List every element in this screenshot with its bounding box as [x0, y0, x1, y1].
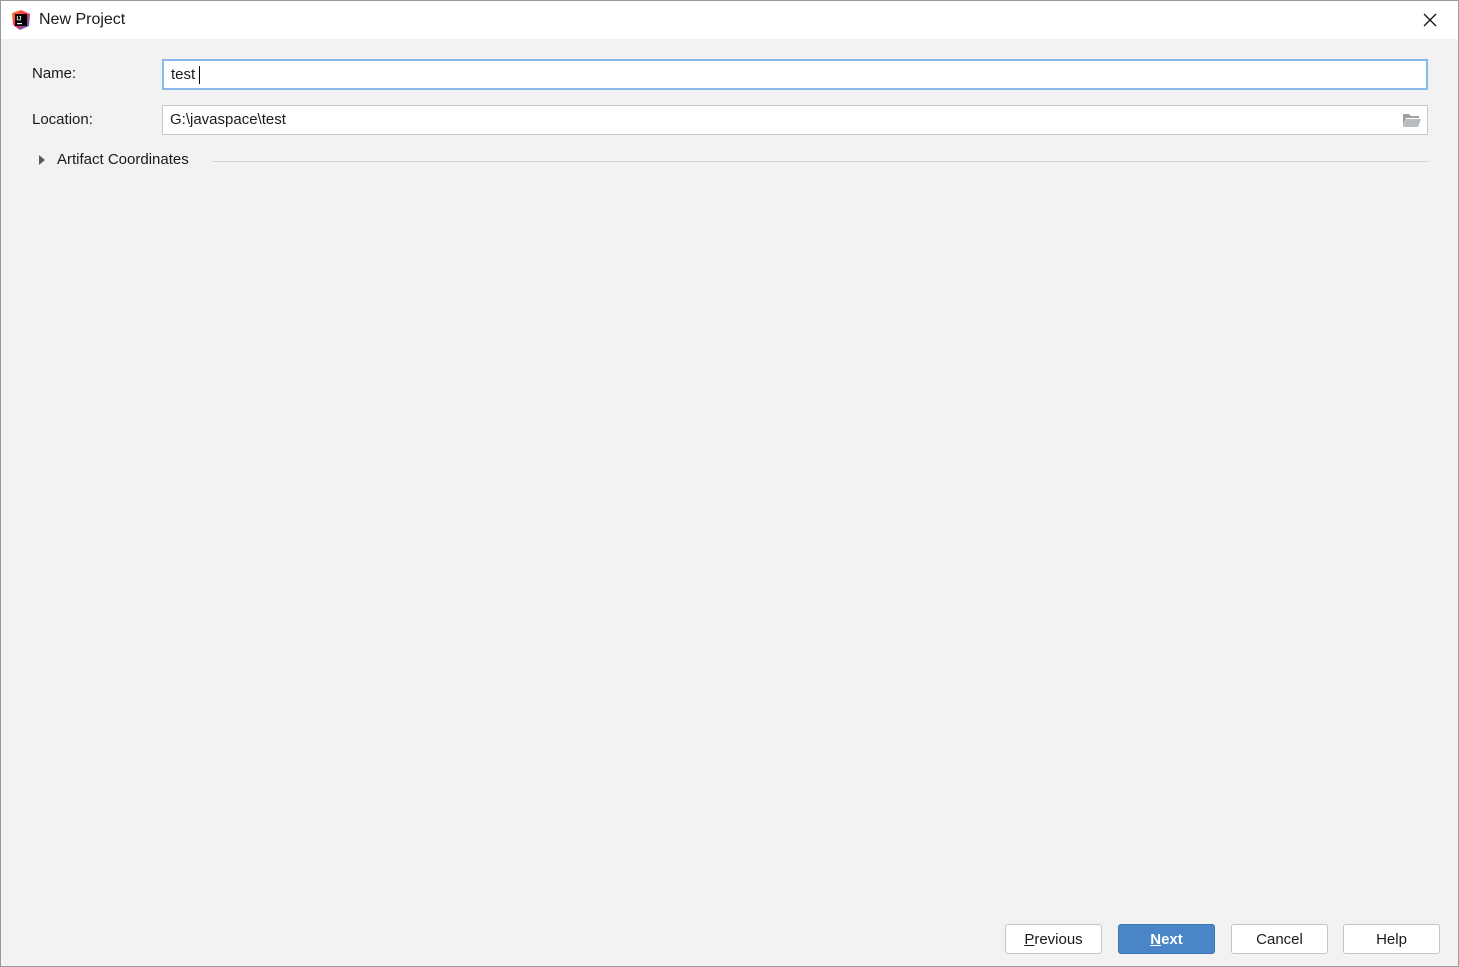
name-input[interactable]: test	[162, 59, 1428, 90]
previous-button[interactable]: Previous	[1005, 924, 1102, 954]
browse-button[interactable]	[1399, 108, 1425, 132]
section-divider	[212, 161, 1429, 162]
previous-mnemonic: P	[1024, 930, 1035, 948]
next-button[interactable]: Next	[1118, 924, 1215, 954]
cancel-label: Cancel	[1256, 930, 1303, 948]
title-bar: IJ New Project	[1, 1, 1458, 39]
dialog-title: New Project	[39, 11, 126, 28]
folder-open-icon	[1403, 114, 1421, 127]
triangle-right-icon[interactable]	[37, 154, 47, 166]
name-input-value: test	[171, 66, 196, 83]
next-label: ext	[1161, 930, 1183, 948]
close-icon	[1423, 13, 1437, 27]
help-label: Help	[1376, 930, 1407, 948]
location-input-value: G:\javaspace\test	[170, 111, 286, 128]
artifact-coordinates-section: Artifact Coordinates	[35, 149, 1429, 173]
artifact-coordinates-toggle[interactable]: Artifact Coordinates	[57, 151, 189, 168]
cancel-button[interactable]: Cancel	[1231, 924, 1328, 954]
close-button[interactable]	[1402, 1, 1458, 39]
next-mnemonic: N	[1150, 930, 1162, 948]
intellij-idea-icon: IJ	[12, 10, 30, 30]
help-button[interactable]: Help	[1343, 924, 1440, 954]
svg-text:IJ: IJ	[17, 17, 22, 23]
previous-label: revious	[1034, 930, 1083, 948]
text-caret	[199, 66, 200, 84]
location-label: Location:	[32, 111, 93, 128]
new-project-dialog: IJ New Project Name: test Location: G:\j…	[0, 0, 1459, 967]
name-label: Name:	[32, 65, 77, 82]
location-input[interactable]: G:\javaspace\test	[162, 105, 1428, 135]
